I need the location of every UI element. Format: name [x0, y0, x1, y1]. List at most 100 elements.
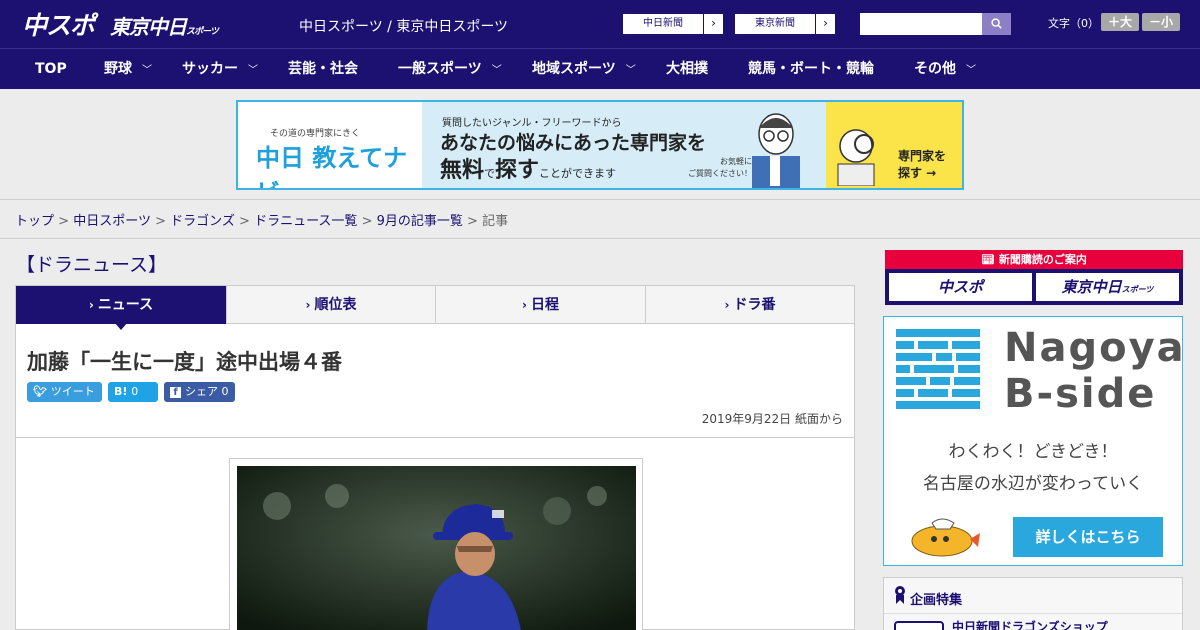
article: 加藤「一生に一度」途中出場４番 🐦︎ ツイート B! 0 f シェア 0 2019…	[15, 324, 855, 630]
divider	[16, 437, 854, 438]
tab-schedule[interactable]: › 日程	[436, 286, 646, 324]
news-tabs: › ニュース › 順位表 › 日程 › ドラ番	[15, 285, 855, 324]
breadcrumb: トップ > 中日スポーツ > ドラゴンズ > ドラニュース一覧 > 9月の記事一…	[15, 210, 508, 229]
font-smaller-button[interactable]: －小	[1142, 13, 1180, 31]
tokyo-shimbun-label: 東京新聞	[755, 18, 795, 29]
nav-label: 野球	[104, 61, 132, 77]
subscription-box[interactable]: 📰︎ 新聞購読のご案内 中スポ 東京中日スポーツ	[885, 250, 1183, 305]
chevron-down-icon: ﹀	[248, 65, 258, 76]
breadcrumb-separator: >	[155, 214, 166, 229]
facebook-share-button[interactable]: f シェア 0	[164, 382, 235, 402]
breadcrumb-link-top[interactable]: トップ	[15, 214, 54, 229]
breadcrumb-link-chunichi-sports[interactable]: 中日スポーツ	[73, 214, 151, 229]
tab-label: 日程	[530, 297, 559, 313]
hatena-button[interactable]: B! 0	[108, 382, 158, 402]
ad-message-area: 質問したいジャンル・フリーワードから あなたの悩みにあった専門家を 無料で探すこ…	[422, 102, 826, 188]
search-icon	[991, 18, 1002, 29]
consultant-illustration	[752, 113, 800, 188]
tab-standings[interactable]: › 順位表	[227, 286, 436, 324]
newspaper-icon: 📰︎	[981, 253, 999, 266]
search-button[interactable]	[982, 13, 1011, 35]
nav-item-entertainment[interactable]: 芸能・社会	[288, 49, 358, 89]
subscription-title-text: 新聞購読のご案内	[998, 253, 1087, 266]
ad-de: で	[484, 167, 496, 180]
hatena-icon: B!	[114, 385, 132, 398]
article-title: 加藤「一生に一度」途中出場４番	[27, 350, 342, 374]
divider	[884, 613, 1182, 614]
font-larger-button[interactable]: ＋大	[1101, 13, 1139, 31]
tab-news[interactable]: › ニュース	[16, 286, 227, 324]
tab-label: ドラ番	[733, 297, 776, 313]
nav-item-baseball[interactable]: 野球 ﹀	[104, 49, 152, 91]
breadcrumb-link-doranews-list[interactable]: ドラニュース一覧	[254, 214, 357, 229]
ribbon-icon	[895, 586, 905, 604]
subscribe-tokyo-small: スポーツ	[1121, 285, 1154, 294]
chevron-right-icon: ›	[703, 14, 723, 34]
search-input[interactable]	[860, 13, 982, 35]
nav-label: 大相撲	[666, 61, 708, 77]
share-label: シェア 0	[185, 385, 229, 398]
nagoya-bside-banner[interactable]: Nagoya B-side わくわく！どきどき！ 名古屋の水辺が変わっていく 詳し…	[883, 316, 1186, 566]
bside-text-2: 名古屋の水辺が変わっていく	[922, 474, 1144, 494]
subscribe-chuspo-button[interactable]: 中スポ	[889, 273, 1032, 301]
chevron-right-icon: ›	[305, 298, 311, 312]
nav-item-racing[interactable]: 競馬・ボート・競輪	[748, 49, 874, 89]
bside-title-2: B-side	[1004, 371, 1157, 417]
nav-label: 地域スポーツ	[532, 61, 616, 77]
breadcrumb-separator: >	[58, 214, 70, 229]
article-photo[interactable]	[237, 466, 636, 630]
chevron-down-icon: ﹀	[966, 65, 976, 76]
nav-item-sumo[interactable]: 大相撲	[666, 49, 708, 89]
nav-item-local-sports[interactable]: 地域スポーツ ﹀	[532, 49, 636, 91]
breadcrumb-separator: >	[239, 214, 250, 229]
chunichi-shimbun-link[interactable]: 中日新聞 ›	[622, 13, 724, 35]
ebi-fry-mascot-icon	[911, 518, 980, 557]
site-tagline: 中日スポーツ / 東京中日スポーツ	[299, 19, 509, 35]
ad-cta-text: 専門家を 探す →	[898, 148, 946, 182]
breadcrumb-separator: >	[361, 214, 373, 229]
divider	[0, 238, 1200, 239]
nav-label: TOP	[35, 61, 67, 77]
breadcrumb-link-september[interactable]: 9月の記事一覧	[377, 214, 463, 229]
oshiete-navi-ad-banner[interactable]: その道の専門家にきく 中日 教えてナビ 質問したいジャンル・フリーワードから あ…	[236, 100, 964, 190]
baseball-player-photo	[237, 466, 636, 630]
chuspo-logo[interactable]: 中スポ	[22, 6, 95, 42]
bside-title-1: Nagoya	[1004, 325, 1186, 371]
nav-item-other[interactable]: その他 ﹀	[914, 49, 976, 91]
magnifier-person-illustration	[837, 129, 875, 186]
tokyo-shimbun-link[interactable]: 東京新聞 ›	[734, 13, 836, 35]
bside-text-1: わくわく！どきどき！	[948, 442, 1118, 462]
ad-logo-area: その道の専門家にきく 中日 教えてナビ	[238, 102, 422, 188]
nav-item-top[interactable]: TOP	[35, 49, 67, 89]
breadcrumb-link-dragons[interactable]: ドラゴンズ	[170, 214, 235, 229]
nav-label: 芸能・社会	[288, 61, 358, 77]
chevron-right-icon: ›	[88, 298, 94, 312]
nav-item-soccer[interactable]: サッカー ﹀	[182, 49, 258, 91]
tokyo-chunichi-logo[interactable]: 東京中日スポーツ	[110, 11, 219, 40]
tweet-button[interactable]: 🐦︎ ツイート	[27, 382, 102, 402]
nav-item-general-sports[interactable]: 一般スポーツ ﹀	[398, 49, 502, 91]
ad-cta-2: 探す →	[898, 166, 937, 180]
chevron-down-icon: ﹀	[142, 65, 152, 76]
facebook-icon: f	[170, 387, 181, 398]
twitter-icon: 🐦︎	[33, 385, 51, 398]
nav-label: その他	[914, 61, 956, 77]
chevron-right-icon: ›	[724, 298, 730, 312]
main-nav: TOP 野球 ﹀ サッカー ﹀ 芸能・社会 一般スポーツ ﹀ 地域スポーツ ﹀ 大相撲 …	[0, 48, 1200, 89]
bside-details-button[interactable]: 詳しくはこちら	[1013, 517, 1163, 557]
chevron-right-icon: ›	[815, 14, 835, 34]
nav-label: サッカー	[182, 61, 238, 77]
ad-free: 無料	[440, 158, 485, 183]
site-header: 中スポ 東京中日スポーツ 中日スポーツ / 東京中日スポーツ 中日新聞 › 東京…	[0, 0, 1200, 48]
breadcrumb-separator: >	[467, 214, 478, 229]
tab-dora-ban[interactable]: › ドラ番	[646, 286, 854, 324]
tokyo-chunichi-logo-text: 東京中日	[110, 15, 187, 39]
ad-headline-2: 無料で探すことができます	[440, 152, 616, 184]
kikaku-item-thumb	[894, 621, 944, 630]
subscribe-tokyo-chunichi-button[interactable]: 東京中日スポーツ	[1036, 273, 1179, 301]
kikaku-item-link[interactable]: 中日新聞ドラゴンズショップ	[952, 618, 1108, 630]
hatena-count: 0	[131, 385, 139, 398]
article-date: 2019年9月22日 紙面から	[701, 412, 843, 426]
font-size-label: 文字（0）	[1048, 17, 1099, 30]
ad-cta-area[interactable]: 専門家を 探す →	[826, 102, 962, 188]
